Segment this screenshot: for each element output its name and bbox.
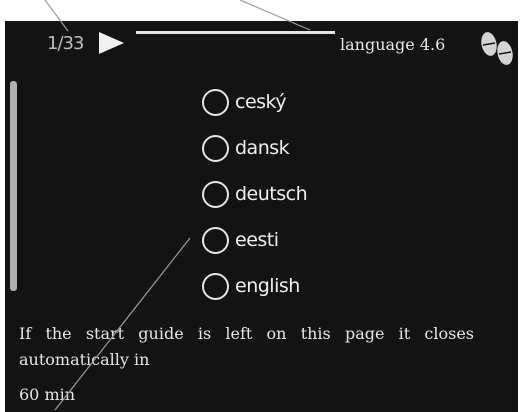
radio-button[interactable] bbox=[202, 180, 229, 208]
progress-line bbox=[136, 31, 335, 34]
language-option[interactable]: eesti bbox=[202, 217, 307, 263]
language-label: eesti bbox=[235, 229, 279, 251]
menu-title: language 4.6 bbox=[340, 35, 446, 54]
language-label: dansk bbox=[235, 137, 290, 159]
display-screen: 1/33 language 4.6 ceský dansk deutsch ee… bbox=[5, 21, 518, 412]
language-label: deutsch bbox=[235, 183, 308, 205]
play-arrow-icon[interactable] bbox=[97, 30, 127, 56]
page-indicator: 1/33 bbox=[47, 33, 84, 54]
close-timer-value: 60 min bbox=[19, 385, 76, 404]
language-label: ceský bbox=[235, 91, 287, 113]
language-option[interactable]: english bbox=[202, 263, 307, 309]
language-list: ceský dansk deutsch eesti english bbox=[202, 79, 308, 309]
footprints-icon[interactable] bbox=[478, 27, 516, 71]
language-label: english bbox=[235, 275, 300, 297]
radio-button[interactable] bbox=[202, 88, 229, 116]
start-guide-message: If the start guide is left on this page … bbox=[19, 324, 474, 369]
radio-button[interactable] bbox=[202, 134, 229, 162]
language-option[interactable]: deutsch bbox=[202, 171, 308, 217]
radio-button[interactable] bbox=[202, 272, 229, 300]
scrollbar[interactable] bbox=[10, 81, 17, 291]
language-option[interactable]: ceský bbox=[202, 79, 307, 125]
radio-button[interactable] bbox=[202, 226, 229, 254]
scrollbar-thumb[interactable] bbox=[10, 81, 17, 291]
language-option[interactable]: dansk bbox=[202, 125, 307, 171]
